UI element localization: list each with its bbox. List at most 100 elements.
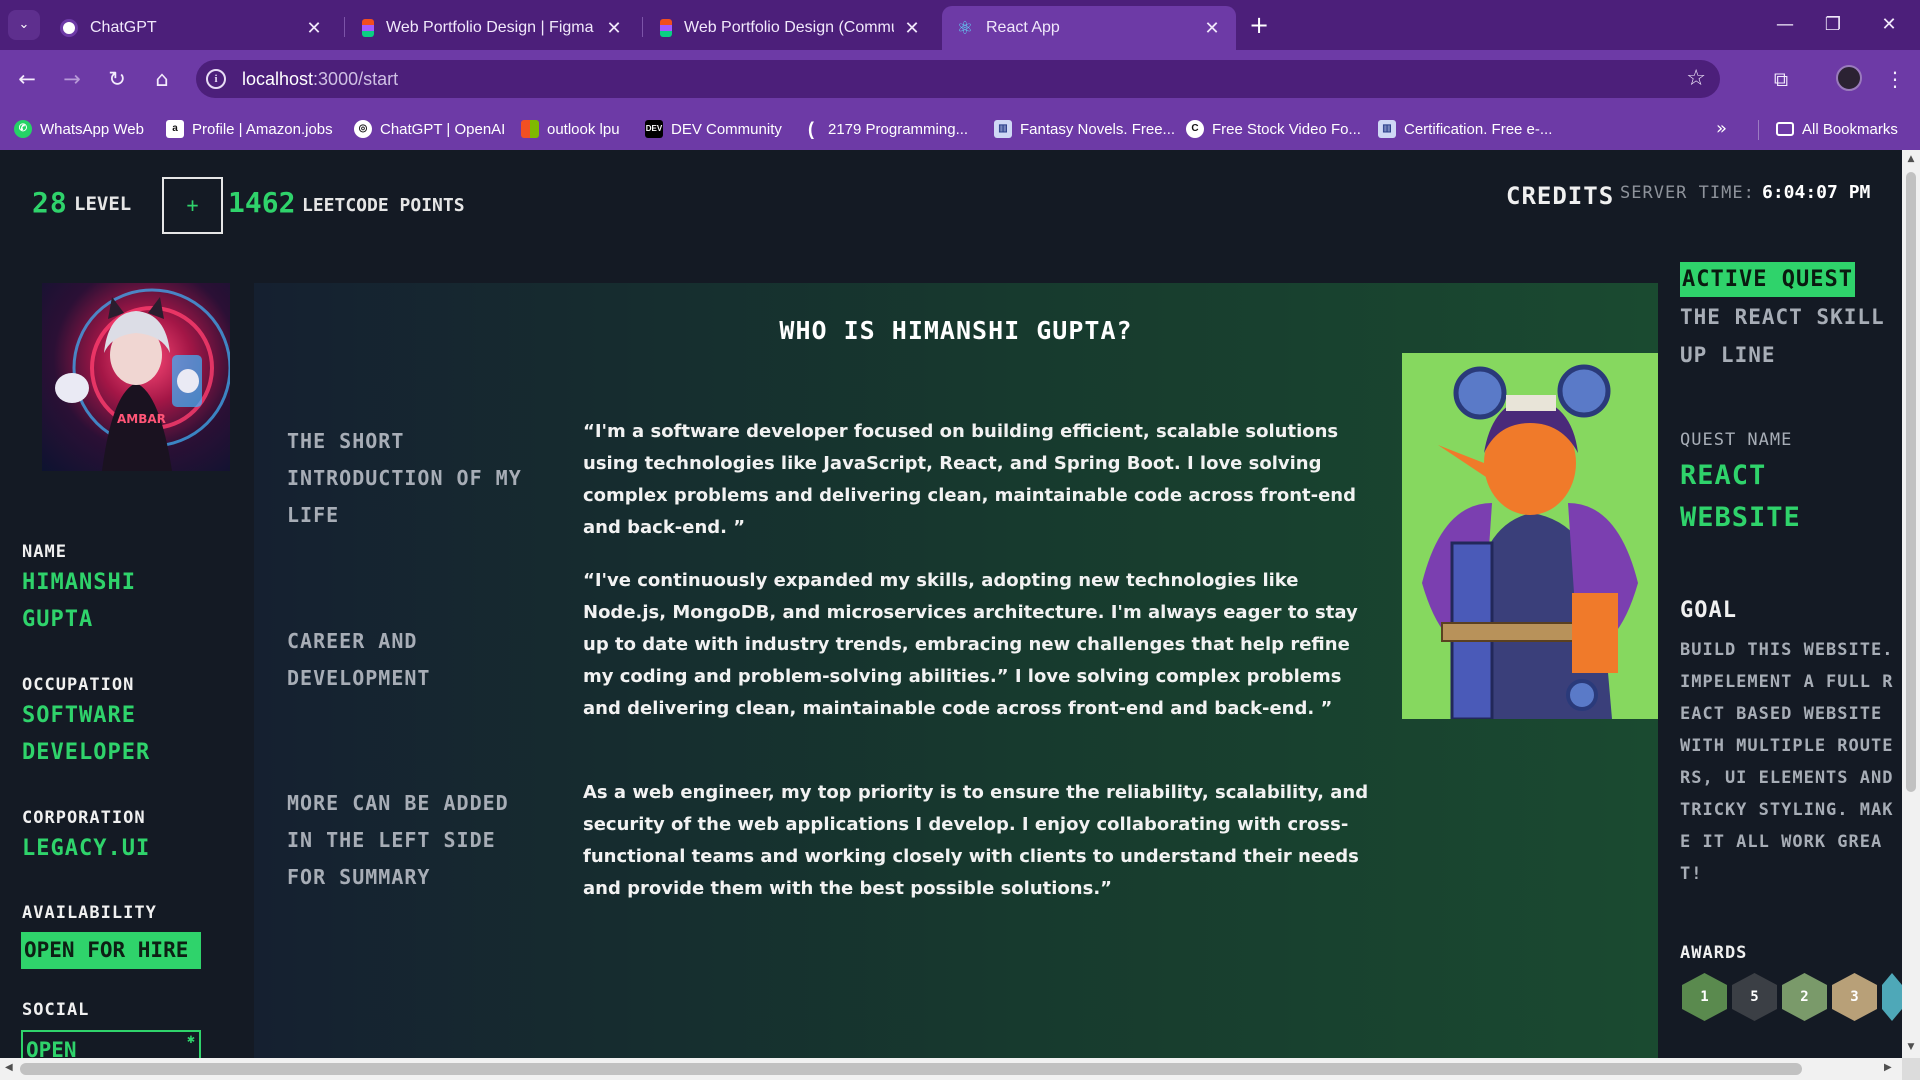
extensions-icon[interactable]: ⧉: [1766, 64, 1796, 94]
horizontal-scroll-thumb[interactable]: [20, 1063, 1802, 1075]
close-tab-icon[interactable]: ✕: [604, 18, 624, 39]
tab-figma-1[interactable]: Web Portfolio Design | Figma ✕: [348, 6, 638, 50]
corporation-label: CORPORATION: [22, 808, 146, 828]
scroll-right-icon[interactable]: ▶: [1884, 1062, 1892, 1073]
award-badge-icon[interactable]: 2: [1782, 973, 1827, 1021]
quest-name-value: REACT WEBSITE: [1680, 460, 1801, 533]
scrollbar-corner: [1902, 1058, 1920, 1080]
react-icon: ⚛: [956, 18, 974, 38]
scroll-left-icon[interactable]: ◀: [5, 1062, 13, 1073]
close-window-icon[interactable]: ✕: [1866, 10, 1912, 40]
server-time-label: SERVER TIME:: [1620, 183, 1755, 203]
bookmark-fantasy-novels[interactable]: ▥ Fantasy Novels. Free...: [994, 117, 1175, 141]
award-badge-icon[interactable]: [1882, 973, 1902, 1021]
points-label: Leetcode Points: [302, 195, 465, 216]
level-value: 28: [32, 186, 68, 219]
bio-title: WHO IS HIMANSHI GUPTA?: [779, 316, 1133, 345]
reload-icon[interactable]: ↻: [102, 64, 132, 94]
award-badge-icon[interactable]: 5: [1732, 973, 1777, 1021]
goal-label: GOAL: [1680, 598, 1737, 623]
figma-icon: [362, 19, 374, 37]
address-bar[interactable]: i localhost:3000/start ☆: [196, 60, 1720, 98]
all-bookmarks-button[interactable]: All Bookmarks: [1776, 117, 1898, 141]
bookmarks-overflow-icon[interactable]: »: [1716, 118, 1727, 139]
close-tab-icon[interactable]: ✕: [902, 18, 922, 39]
tab-chatgpt[interactable]: ChatGPT ✕: [46, 6, 338, 50]
tab-title: Web Portfolio Design (Commun: [684, 19, 894, 36]
award-badge-icon[interactable]: 3: [1832, 973, 1877, 1021]
social-label: SOCIAL: [22, 1000, 90, 1020]
credits-link[interactable]: CREDITS: [1506, 182, 1614, 210]
occupation-value: SOFTWARE DEVELOPER: [22, 703, 151, 765]
chatgpt-icon: [60, 19, 78, 37]
goal-text: BUILD THIS WEBSITE.IMPELEMENT A FULL REA…: [1680, 640, 1894, 884]
bluetooth-icon: ✱: [187, 1032, 195, 1047]
new-tab-button[interactable]: +: [1244, 10, 1274, 40]
tab-strip: ⌄ ChatGPT ✕ Web Portfolio Design | Figma…: [0, 0, 1920, 50]
corporation-value: LEGACY.UI: [22, 836, 151, 861]
book-icon: ▥: [994, 120, 1012, 138]
profile-avatar[interactable]: [1836, 65, 1862, 91]
tab-title: ChatGPT: [90, 19, 157, 36]
back-icon[interactable]: ←: [12, 64, 42, 94]
add-points-button[interactable]: +: [162, 177, 223, 234]
home-icon[interactable]: ⌂: [147, 64, 177, 94]
menu-kebab-icon[interactable]: ⋮: [1880, 64, 1910, 94]
page-content: 28 Level + 1462 Leetcode Points CREDITS …: [0, 150, 1902, 1058]
openai-icon: ◎: [354, 120, 372, 138]
certificate-icon: ▥: [1378, 120, 1396, 138]
bio-side-intro: The short introduction of my life: [287, 429, 522, 527]
name-label: NAME: [22, 542, 67, 562]
close-tab-icon[interactable]: ✕: [1202, 18, 1222, 39]
social-open-button[interactable]: OPEN ✱: [21, 1030, 201, 1058]
tab-separator: [642, 17, 643, 37]
quest-title-line-2: UP LINE: [1680, 343, 1776, 367]
tab-figma-2[interactable]: Web Portfolio Design (Commun ✕: [646, 6, 936, 50]
url-text[interactable]: localhost:3000/start: [242, 69, 398, 90]
bookmark-openai[interactable]: ◎ ChatGPT | OpenAI: [354, 117, 505, 141]
bookmarks-bar: ✆ WhatsApp Web a Profile | Amazon.jobs ◎ Ch…: [0, 108, 1920, 150]
folder-icon: [1776, 122, 1794, 136]
scroll-up-icon[interactable]: ▲: [1902, 154, 1920, 164]
bookmark-amazon[interactable]: a Profile | Amazon.jobs: [166, 117, 333, 141]
tab-react-app[interactable]: ⚛ React App ✕: [942, 6, 1236, 50]
tab-separator: [344, 17, 345, 37]
site-info-icon[interactable]: i: [206, 69, 226, 89]
scroll-down-icon[interactable]: ▼: [1902, 1042, 1920, 1052]
microsoft-icon: [521, 120, 539, 138]
award-badge-icon[interactable]: 1: [1682, 973, 1727, 1021]
awards-label: AWARDS: [1680, 943, 1748, 963]
server-time-value: 6:04:07 PM: [1762, 182, 1871, 203]
bookmark-programming[interactable]: (2179 Programming...: [802, 117, 968, 141]
whatsapp-icon: ✆: [14, 120, 32, 138]
bookmarks-divider: [1758, 120, 1759, 140]
availability-badge: OPEN FOR HIRE: [21, 932, 201, 969]
quest-title-line-1: THE REACT SKILL: [1680, 305, 1885, 329]
dev-icon: DEV: [645, 120, 663, 138]
figma-icon: [660, 19, 672, 37]
minimize-icon[interactable]: —: [1762, 10, 1808, 40]
bookmark-dev[interactable]: DEV DEV Community: [645, 117, 782, 141]
bookmark-star-icon[interactable]: ☆: [1686, 66, 1706, 91]
forward-icon[interactable]: →: [57, 64, 87, 94]
tab-search-button[interactable]: ⌄: [8, 10, 40, 40]
horizontal-scrollbar[interactable]: ◀ ▶: [0, 1058, 1902, 1080]
level-label: Level: [74, 193, 132, 215]
bracket-icon: (: [808, 119, 814, 139]
bookmark-outlook[interactable]: outlook lpu: [521, 117, 620, 141]
quest-name-label: QUEST NAME: [1680, 430, 1793, 450]
profile-avatar-image: AMBAR: [42, 283, 230, 471]
name-value: HIMANSHI GUPTA: [22, 570, 136, 632]
vertical-scroll-thumb[interactable]: [1906, 172, 1916, 792]
close-tab-icon[interactable]: ✕: [304, 18, 324, 39]
bio-paragraph-career: “I've continuously expanded my skills, a…: [583, 570, 1358, 719]
occupation-label: OCCUPATION: [22, 675, 135, 695]
bookmark-certification[interactable]: ▥ Certification. Free e-...: [1378, 117, 1552, 141]
bookmark-stock-video[interactable]: C Free Stock Video Fo...: [1186, 117, 1361, 141]
active-quest-badge: ACTIVE QUEST: [1680, 262, 1855, 297]
bio-paragraph-engineer: As a web engineer, my top priority is to…: [583, 782, 1369, 899]
vertical-scrollbar[interactable]: ▲ ▼: [1902, 150, 1920, 1058]
bookmark-whatsapp[interactable]: ✆ WhatsApp Web: [14, 117, 144, 141]
restore-icon[interactable]: ❐: [1810, 10, 1856, 40]
tab-title: React App: [986, 19, 1060, 36]
